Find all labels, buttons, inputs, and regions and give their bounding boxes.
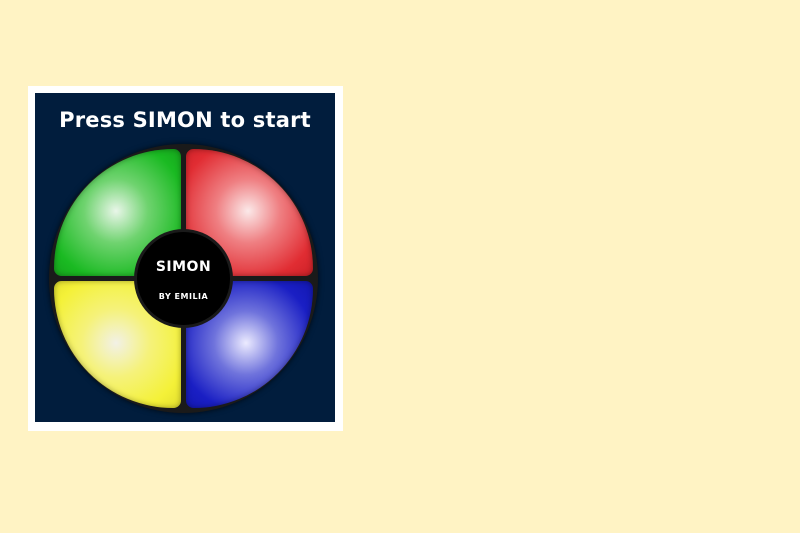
simon-wheel: SIMON BY EMILIA <box>49 144 318 413</box>
game-frame: Press SIMON to start SIMON BY EMILIA <box>28 86 343 431</box>
status-text: Press SIMON to start <box>59 108 311 132</box>
game-board: Press SIMON to start SIMON BY EMILIA <box>35 93 335 422</box>
credit-label: BY EMILIA <box>158 292 209 301</box>
simon-center-hub[interactable]: SIMON BY EMILIA <box>137 232 230 325</box>
simon-start-button[interactable]: SIMON <box>137 259 230 275</box>
